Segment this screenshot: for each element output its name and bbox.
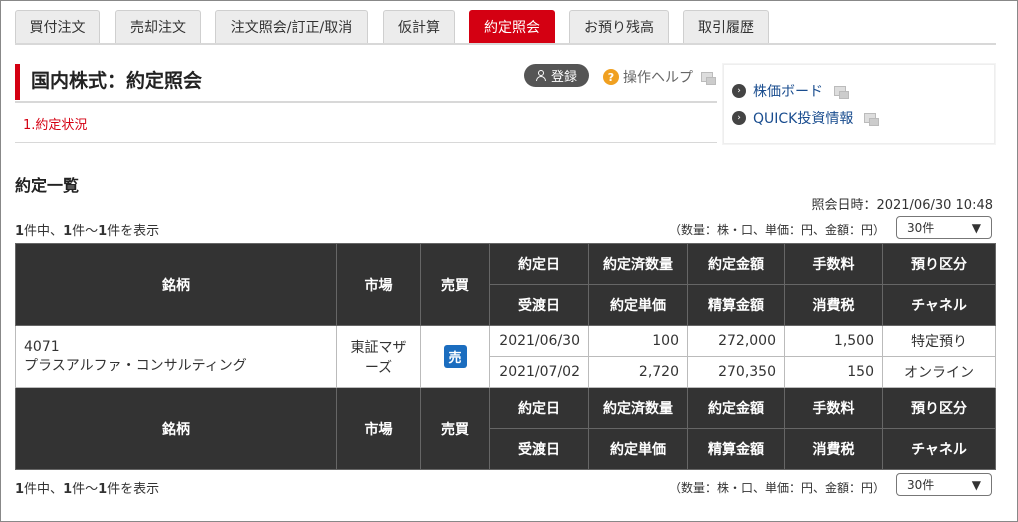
stock-board-link[interactable]: › 株価ボード [732, 81, 849, 101]
fee: 1,500 [784, 325, 883, 357]
new-window-icon [834, 86, 849, 99]
footer-settle-amount: 精算金額 [687, 428, 785, 470]
quick-info-label: QUICK投資情報 [753, 111, 854, 127]
main-frame: 買付注文 売却注文 注文照会/訂正/取消 仮計算 約定照会 お預り残高 取引履歴… [0, 0, 1018, 522]
exec-date: 2021/06/30 [489, 325, 589, 357]
footer-stock: 銘柄 [15, 387, 337, 470]
header-exec-price: 約定単価 [588, 284, 688, 326]
footer-tax: 消費税 [784, 428, 883, 470]
header-exec-amount: 約定金額 [687, 243, 785, 285]
header-exec-qty: 約定済数量 [588, 243, 688, 285]
settle-amount: 270,350 [687, 356, 785, 388]
side-links-box: › 株価ボード › QUICK投資情報 [723, 64, 995, 144]
tab-order-inquiry[interactable]: 注文照会/訂正/取消 [215, 10, 368, 43]
dropdown-arrow-icon: ▼ [971, 220, 981, 235]
page-size-value: 30件 [907, 221, 935, 235]
new-window-icon [864, 113, 880, 126]
title-divider [15, 101, 717, 103]
tab-simulation[interactable]: 仮計算 [383, 10, 455, 43]
tab-execution-inquiry[interactable]: 約定照会 [469, 10, 555, 43]
footer-exec-amount: 約定金額 [687, 387, 785, 429]
person-icon [535, 70, 546, 81]
table-header-row: 銘柄 市場 売買 約定日 約定済数量 約定金額 手数料 預り区分 [15, 243, 996, 326]
tab-sell-order[interactable]: 売却注文 [115, 10, 201, 43]
nav-tabs: 買付注文 売却注文 注文照会/訂正/取消 仮計算 約定照会 お預り残高 取引履歴 [15, 10, 996, 45]
header-channel: チャネル [882, 284, 996, 326]
register-button[interactable]: 登録 [524, 64, 589, 87]
tab-buy-order[interactable]: 買付注文 [15, 10, 100, 43]
header-stock: 銘柄 [15, 243, 337, 326]
header-market: 市場 [336, 243, 421, 326]
footer-exec-price: 約定単価 [588, 428, 688, 470]
exec-qty: 100 [588, 325, 688, 357]
page-size-select-top[interactable]: 30件 ▼ [896, 216, 992, 239]
header-trade: 売買 [420, 243, 490, 326]
units-note-bottom: （数量：株・口、単価：円、金額：円） [669, 481, 886, 495]
trade-cell: 売 [420, 325, 490, 388]
footer-account-type: 預り区分 [882, 387, 996, 429]
footer-settle-date: 受渡日 [489, 428, 589, 470]
operation-help-link[interactable]: ? 操作ヘルプ [603, 67, 716, 87]
result-count-top: 1件中、1件～1件を表示 [15, 224, 160, 239]
table-row: 4071 プラスアルファ・コンサルティング 東証マザーズ 売 2021/06/3… [15, 325, 996, 388]
header-settle-amount: 精算金額 [687, 284, 785, 326]
channel: オンライン [882, 356, 996, 388]
result-count-bottom: 1件中、1件～1件を表示 [15, 482, 160, 497]
units-note-top: （数量：株・口、単価：円、金額：円） [669, 223, 886, 237]
stock-code: 4071 [24, 338, 60, 355]
stock-name: プラスアルファ・コンサルティング [24, 357, 247, 374]
tab-balance[interactable]: お預り残高 [569, 10, 669, 43]
footer-fee: 手数料 [784, 387, 883, 429]
header-settle-date: 受渡日 [489, 284, 589, 326]
question-icon: ? [603, 69, 619, 85]
table-footer-row: 銘柄 市場 売買 約定日 約定済数量 約定金額 手数料 預り区分 [15, 387, 996, 470]
exec-price: 2,720 [588, 356, 688, 388]
stock-board-label: 株価ボード [753, 84, 823, 100]
header-account-type: 預り区分 [882, 243, 996, 285]
sell-badge: 売 [443, 345, 467, 368]
new-window-icon [701, 72, 716, 85]
dropdown-arrow-icon: ▼ [971, 477, 981, 492]
page-title: 国内株式：約定照会 [31, 70, 203, 92]
arrow-right-icon: › [732, 84, 746, 98]
tax: 150 [784, 356, 883, 388]
footer-trade: 売買 [420, 387, 490, 470]
header-fee: 手数料 [784, 243, 883, 285]
step-label: 1.約定状況 [23, 118, 88, 133]
tab-history[interactable]: 取引履歴 [683, 10, 769, 43]
list-title: 約定一覧 [15, 176, 80, 195]
help-label: 操作ヘルプ [623, 70, 693, 86]
footer-market: 市場 [336, 387, 421, 470]
query-time: 照会日時：2021/06/30 10:48 [811, 198, 993, 213]
header-exec-date: 約定日 [489, 243, 589, 285]
account-type: 特定預り [882, 325, 996, 357]
settle-date: 2021/07/02 [489, 356, 589, 388]
stock-cell: 4071 プラスアルファ・コンサルティング [15, 325, 337, 388]
footer-exec-date: 約定日 [489, 387, 589, 429]
header-tax: 消費税 [784, 284, 883, 326]
arrow-right-icon: › [732, 111, 746, 125]
footer-exec-qty: 約定済数量 [588, 387, 688, 429]
exec-amount: 272,000 [687, 325, 785, 357]
step-divider [15, 142, 717, 143]
quick-info-link[interactable]: › QUICK投資情報 [732, 108, 880, 128]
page-size-value: 30件 [907, 478, 935, 492]
market-cell: 東証マザーズ [336, 325, 421, 388]
page-size-select-bottom[interactable]: 30件 ▼ [896, 473, 992, 496]
register-label: 登録 [550, 70, 577, 85]
footer-channel: チャネル [882, 428, 996, 470]
execution-table: 銘柄 市場 売買 約定日 約定済数量 約定金額 手数料 預り区分 受渡日 約定単… [15, 243, 996, 470]
